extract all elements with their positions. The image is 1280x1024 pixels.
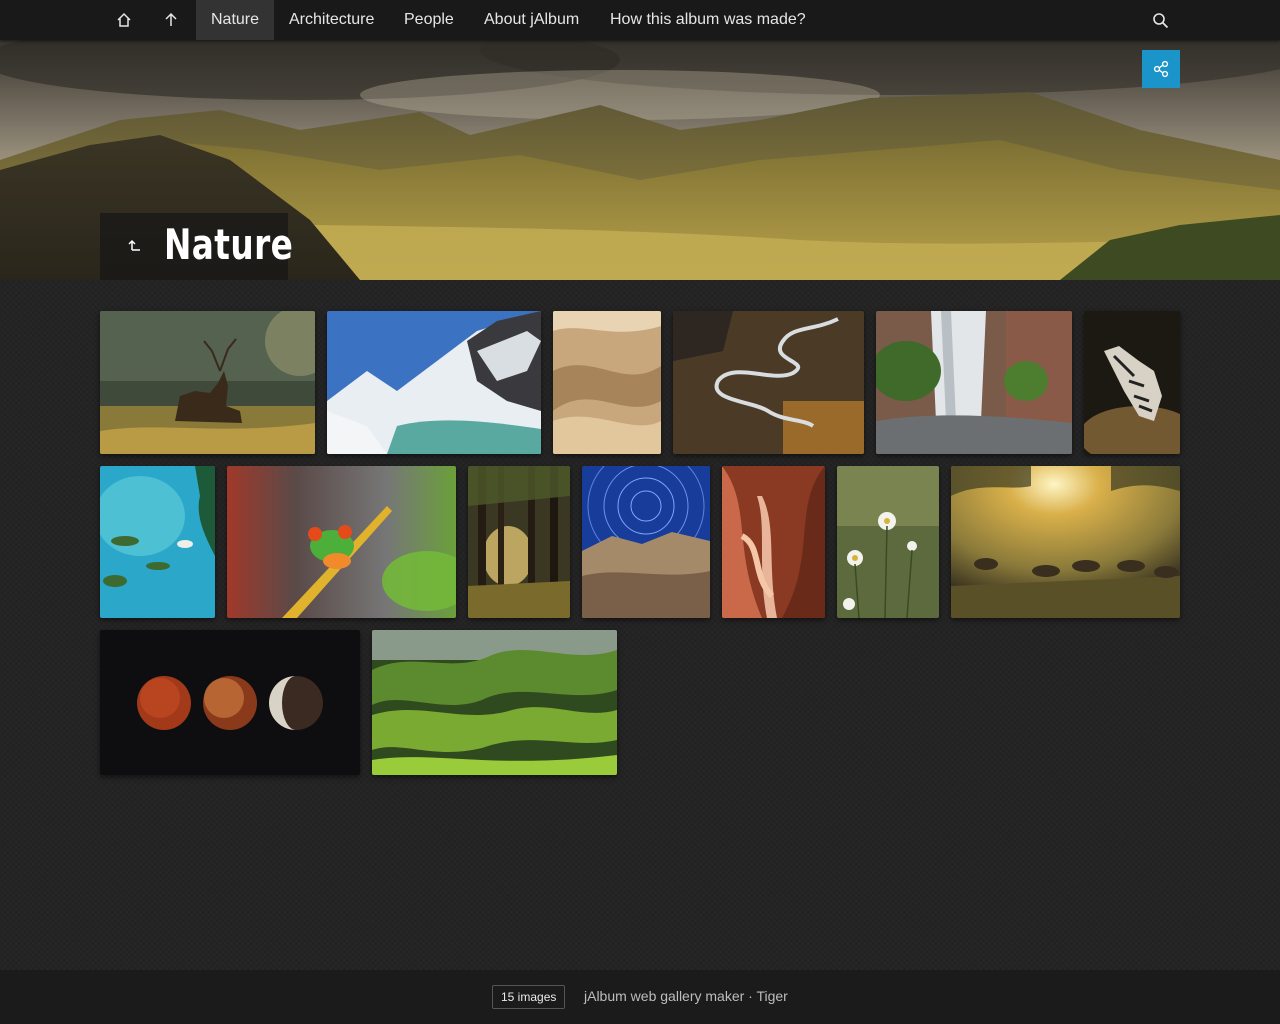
waterfall-thumbnail[interactable] xyxy=(876,311,1072,454)
footer: 15 images jAlbum web gallery maker · Tig… xyxy=(0,970,1280,1024)
level-up-icon[interactable] xyxy=(124,233,146,257)
mountain-lake-thumbnail[interactable] xyxy=(327,311,541,454)
winding-river-thumbnail[interactable] xyxy=(673,311,864,454)
star-trails-thumbnail[interactable] xyxy=(582,466,710,618)
image-count-badge: 15 images xyxy=(492,985,566,1009)
nav-item-about-jalbum[interactable]: About jAlbum xyxy=(469,0,594,40)
green-hills-thumbnail[interactable] xyxy=(372,630,617,775)
page-title: Nature xyxy=(164,220,294,269)
arrow-up-icon[interactable] xyxy=(148,0,194,40)
nav-item-architecture[interactable]: Architecture xyxy=(274,0,389,40)
zebra-thumbnail[interactable] xyxy=(1084,311,1180,454)
album-title-box: Nature xyxy=(100,213,293,280)
deer-thumbnail[interactable] xyxy=(100,311,315,454)
nav-item-nature[interactable]: Nature xyxy=(196,0,275,40)
moon-phases-thumbnail[interactable] xyxy=(100,630,360,775)
daisies-thumbnail[interactable] xyxy=(837,466,939,618)
search-icon[interactable] xyxy=(1137,0,1183,40)
frog-thumbnail[interactable] xyxy=(227,466,456,618)
islands-thumbnail[interactable] xyxy=(100,466,215,618)
sand-dunes-thumbnail[interactable] xyxy=(553,311,661,454)
forest-thumbnail[interactable] xyxy=(468,466,570,618)
credits-link[interactable]: jAlbum web gallery maker · Tiger xyxy=(584,988,788,1004)
nav-item-people[interactable]: People xyxy=(389,0,469,40)
share-button[interactable] xyxy=(1142,50,1180,88)
deer-herd-thumbnail[interactable] xyxy=(951,466,1180,618)
share-icon xyxy=(1153,60,1169,78)
top-navigation-bar: Nature Architecture People About jAlbum … xyxy=(0,0,1280,40)
home-icon[interactable] xyxy=(101,0,147,40)
canyon-thumbnail[interactable] xyxy=(722,466,825,618)
nav-item-how-made[interactable]: How this album was made? xyxy=(595,0,821,40)
